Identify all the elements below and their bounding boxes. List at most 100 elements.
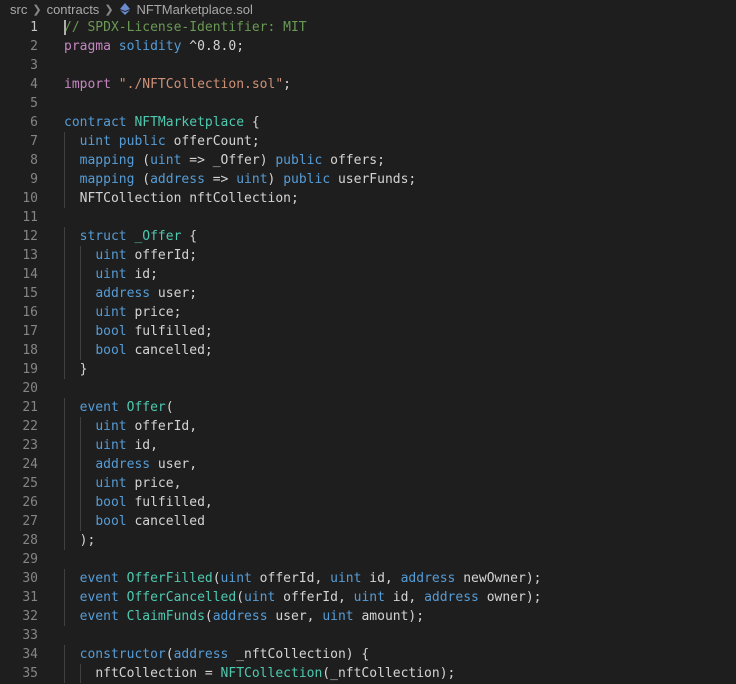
code-line[interactable]: 15 address user;: [0, 284, 736, 303]
line-number: 27: [22, 514, 38, 529]
code-line[interactable]: 5: [0, 94, 736, 113]
breadcrumb-file[interactable]: NFTMarketplace.sol: [137, 2, 253, 17]
code-line[interactable]: 1 // SPDX-License-Identifier: MIT: [0, 18, 736, 37]
code-editor[interactable]: 1 // SPDX-License-Identifier: MIT 2 pragma …: [0, 18, 736, 683]
code-token: uint: [244, 590, 276, 605]
code-line[interactable]: 12 struct _Offer {: [0, 227, 736, 246]
code-line[interactable]: 4 import "./NFTCollection.sol";: [0, 75, 736, 94]
code-token: _Offer: [134, 229, 182, 244]
line-number: 2: [30, 39, 38, 54]
line-number: 12: [22, 229, 38, 244]
code-token: owner);: [478, 590, 542, 605]
code-token: address: [95, 457, 151, 472]
code-token: offerId;: [126, 248, 198, 263]
code-line[interactable]: 10 NFTCollection nftCollection;: [0, 189, 736, 208]
code-token: address: [95, 286, 151, 301]
code-token: price;: [126, 305, 182, 320]
breadcrumb-src[interactable]: src: [10, 2, 27, 17]
breadcrumb-contracts[interactable]: contracts: [47, 2, 100, 17]
code-line[interactable]: 31 event OfferCancelled(uint offerId, ui…: [0, 588, 736, 607]
code-line[interactable]: 22 uint offerId,: [0, 417, 736, 436]
code-text: event OfferFilled(uint offerId, uint id,…: [64, 569, 542, 588]
code-line[interactable]: 7 uint public offerCount;: [0, 132, 736, 151]
code-line[interactable]: 25 uint price,: [0, 474, 736, 493]
line-number: 23: [22, 438, 38, 453]
line-number: 16: [22, 305, 38, 320]
code-token: user;: [150, 286, 198, 301]
code-text: contract NFTMarketplace {: [64, 113, 260, 132]
line-number: 26: [22, 495, 38, 510]
code-token: solidity: [118, 39, 182, 54]
code-token: event: [79, 571, 119, 586]
line-number: 15: [22, 286, 38, 301]
code-line[interactable]: 13 uint offerId;: [0, 246, 736, 265]
code-line[interactable]: 23 uint id,: [0, 436, 736, 455]
line-number: 29: [22, 552, 38, 567]
code-line[interactable]: 33: [0, 626, 736, 645]
code-line[interactable]: 24 address user,: [0, 455, 736, 474]
code-line[interactable]: 16 uint price;: [0, 303, 736, 322]
line-number: 35: [22, 666, 38, 681]
code-token: uint: [330, 571, 362, 586]
code-text: bool fulfilled,: [64, 493, 212, 512]
code-token: import: [64, 77, 111, 92]
code-line[interactable]: 20: [0, 379, 736, 398]
code-line[interactable]: 28 );: [0, 531, 736, 550]
code-token: uint: [95, 476, 127, 491]
code-line[interactable]: 35 nftCollection = NFTCollection(_nftCol…: [0, 664, 736, 683]
code-token: _nftCollection) {: [228, 647, 370, 662]
code-token: (_nftCollection);: [322, 666, 456, 681]
code-line[interactable]: 14 uint id;: [0, 265, 736, 284]
code-text: address user,: [64, 455, 197, 474]
code-token: offerId,: [251, 571, 331, 586]
code-text: uint offerId;: [64, 246, 197, 265]
code-line[interactable]: 32 event ClaimFunds(address user, uint a…: [0, 607, 736, 626]
code-line[interactable]: 17 bool fulfilled;: [0, 322, 736, 341]
code-token: address: [400, 571, 456, 586]
code-token: address: [212, 609, 268, 624]
code-token: ClaimFunds: [126, 609, 205, 624]
code-line[interactable]: 9 mapping (address => uint) public userF…: [0, 170, 736, 189]
code-line[interactable]: 29: [0, 550, 736, 569]
code-line[interactable]: 6 contract NFTMarketplace {: [0, 113, 736, 132]
line-number: 14: [22, 267, 38, 282]
code-line[interactable]: 2 pragma solidity ^0.8.0;: [0, 37, 736, 56]
code-line[interactable]: 3: [0, 56, 736, 75]
line-number: 1: [30, 20, 38, 35]
line-number: 31: [22, 590, 38, 605]
code-token: offerId,: [126, 419, 198, 434]
code-line[interactable]: 8 mapping (uint => _Offer) public offers…: [0, 151, 736, 170]
line-number: 17: [22, 324, 38, 339]
breadcrumb: src ❯ contracts ❯ NFTMarketplace.sol: [0, 0, 736, 18]
code-token: NFTMarketplace: [134, 115, 245, 130]
code-line[interactable]: 34 constructor(address _nftCollection) {: [0, 645, 736, 664]
code-line[interactable]: 19 }: [0, 360, 736, 379]
line-number: 13: [22, 248, 38, 263]
code-line[interactable]: 11: [0, 208, 736, 227]
code-token: NFTCollection nftCollection;: [79, 191, 299, 206]
code-token: => _Offer): [181, 153, 276, 168]
code-token: user,: [150, 457, 198, 472]
line-number: 4: [30, 77, 38, 92]
line-number: 32: [22, 609, 38, 624]
code-text: event OfferCancelled(uint offerId, uint …: [64, 588, 542, 607]
code-line[interactable]: 26 bool fulfilled,: [0, 493, 736, 512]
code-token: (: [212, 571, 221, 586]
code-token: newOwner);: [455, 571, 542, 586]
code-line[interactable]: 18 bool cancelled;: [0, 341, 736, 360]
code-token: address: [173, 647, 229, 662]
line-number: 22: [22, 419, 38, 434]
code-line[interactable]: 30 event OfferFilled(uint offerId, uint …: [0, 569, 736, 588]
code-token: uint: [95, 305, 127, 320]
code-line[interactable]: 27 bool cancelled: [0, 512, 736, 531]
code-token: bool: [95, 343, 127, 358]
code-token: uint: [220, 571, 252, 586]
code-line[interactable]: 21 event Offer(: [0, 398, 736, 417]
chevron-right-icon: ❯: [32, 3, 42, 16]
line-number: 9: [30, 172, 38, 187]
code-token: bool: [95, 514, 127, 529]
code-text: event Offer(: [64, 398, 174, 417]
code-text: uint price,: [64, 474, 181, 493]
code-token: ;: [283, 77, 291, 92]
